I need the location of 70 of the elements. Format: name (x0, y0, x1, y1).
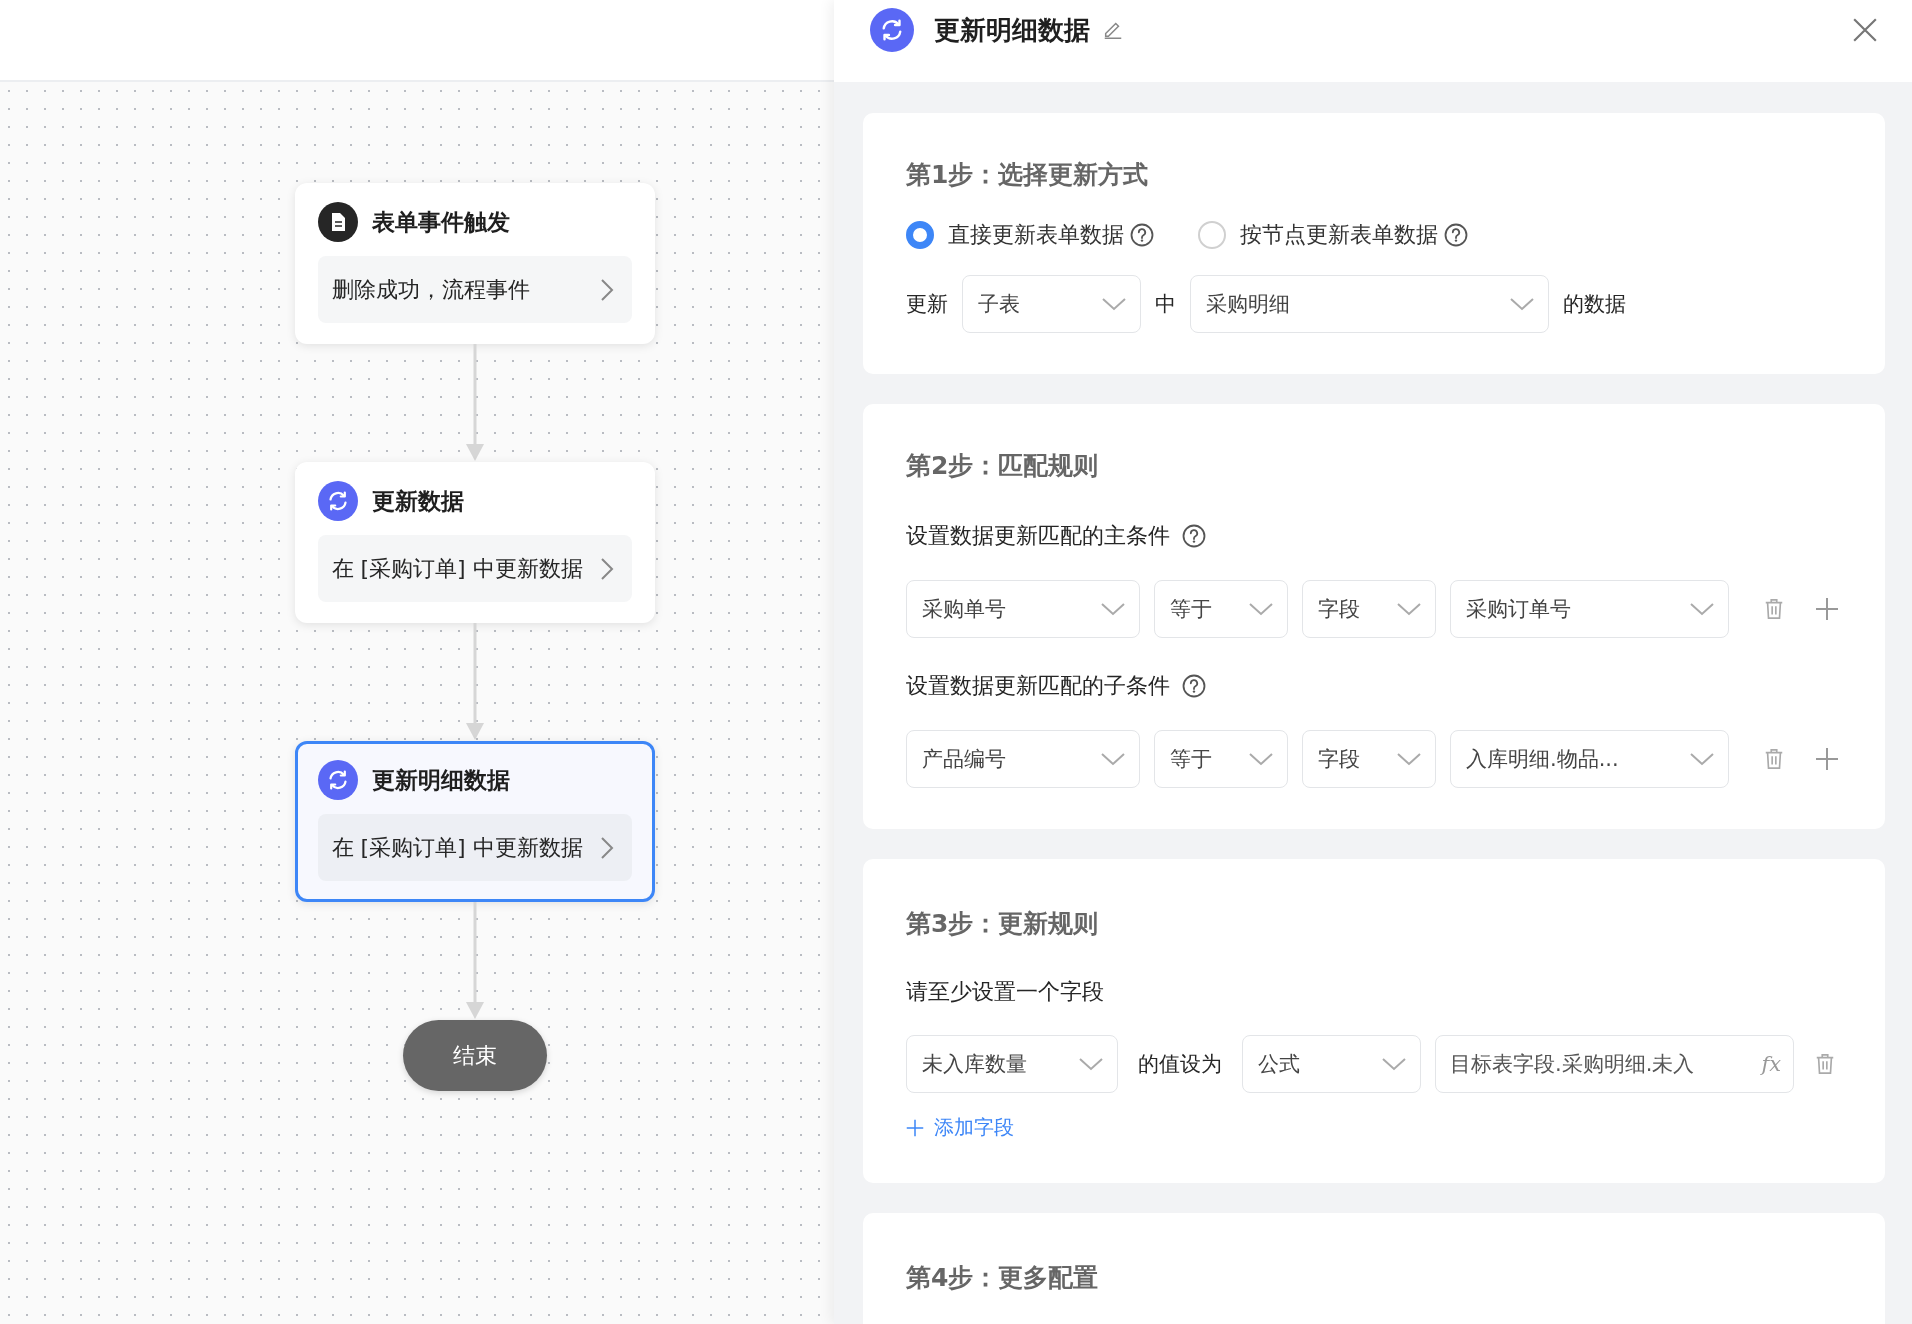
dropdown[interactable]: 入库明细.物品... (1450, 730, 1729, 788)
refresh-icon (317, 760, 358, 800)
chevron-down-icon (1397, 602, 1421, 616)
radio-option[interactable]: 直接更新表单数据 (906, 220, 1124, 250)
add-icon[interactable] (1815, 597, 1839, 621)
flow-node-card[interactable]: 表单事件触发 删除成功，流程事件 (294, 183, 655, 344)
add-field-button[interactable]: 添加字段 (906, 1114, 1014, 1141)
node-summary[interactable]: 在 [采购订单] 中更新数据 (317, 814, 632, 881)
chevron-down-icon (1690, 602, 1714, 616)
delete-icon[interactable] (1763, 597, 1785, 621)
add-icon[interactable] (1815, 747, 1839, 771)
hint-text: 请至少设置一个字段 (906, 978, 1105, 1006)
refresh-icon (870, 8, 914, 52)
label: 的数据 (1563, 291, 1626, 318)
section-label: 设置数据更新匹配的主条件 (906, 522, 1170, 550)
step-title: 第1步：选择更新方式 (906, 159, 1150, 191)
dropdown[interactable]: 采购明细 (1190, 275, 1549, 333)
chevron-down-icon (1397, 752, 1421, 766)
flow-node-card[interactable]: 更新数据 在 [采购订单] 中更新数据 (294, 462, 655, 623)
radio-option[interactable]: 按节点更新表单数据 (1198, 220, 1438, 250)
close-button[interactable] (1852, 17, 1878, 43)
refresh-icon (317, 481, 358, 521)
label: 的值设为 (1138, 1051, 1222, 1078)
help-icon[interactable] (1182, 674, 1206, 698)
end-node[interactable]: 结束 (402, 1020, 547, 1091)
chevron-down-icon (1249, 752, 1273, 766)
help-icon[interactable] (1182, 524, 1206, 548)
help-icon[interactable] (1130, 223, 1154, 247)
step-title: 第2步：匹配规则 (906, 450, 1100, 482)
dropdown[interactable]: 等于 (1154, 580, 1288, 638)
help-icon[interactable] (1444, 223, 1468, 247)
document-icon (317, 202, 358, 242)
dropdown[interactable]: 字段 (1302, 580, 1436, 638)
chevron-down-icon (1102, 297, 1126, 311)
dropdown[interactable]: 采购订单号 (1450, 580, 1729, 638)
radio-circle[interactable] (906, 221, 934, 249)
plus-icon (906, 1118, 924, 1137)
dropdown[interactable]: 采购单号 (906, 580, 1140, 638)
delete-icon[interactable] (1814, 1052, 1836, 1076)
node-title: 表单事件触发 (371, 207, 510, 237)
chevron-down-icon (1079, 1057, 1103, 1071)
chevron-right-icon (599, 277, 614, 302)
flow-node-card[interactable]: 更新明细数据 在 [采购订单] 中更新数据 (294, 741, 655, 902)
step-title: 第3步：更新规则 (906, 908, 1100, 940)
node-title: 更新数据 (371, 486, 464, 516)
panel-title: 更新明细数据 (934, 14, 1090, 47)
chevron-right-icon (599, 835, 614, 860)
dropdown[interactable]: 公式 (1242, 1035, 1421, 1093)
dropdown[interactable]: 子表 (962, 275, 1141, 333)
chevron-down-icon (1249, 602, 1273, 616)
section-label: 设置数据更新匹配的子条件 (906, 672, 1170, 700)
formula-field[interactable]: 目标表字段.采购明细.未入 fx (1435, 1035, 1794, 1093)
node-title: 更新明细数据 (371, 765, 510, 795)
chevron-down-icon (1382, 1057, 1406, 1071)
chevron-down-icon (1101, 602, 1125, 616)
chevron-down-icon (1101, 752, 1125, 766)
delete-icon[interactable] (1763, 747, 1785, 771)
node-summary[interactable]: 删除成功，流程事件 (317, 256, 632, 323)
chevron-down-icon (1510, 297, 1534, 311)
node-summary[interactable]: 在 [采购订单] 中更新数据 (317, 535, 632, 602)
chevron-right-icon (599, 556, 614, 581)
label: 中 (1155, 291, 1176, 318)
step-title: 第4步：更多配置 (906, 1262, 1100, 1294)
dropdown[interactable]: 未入库数量 (906, 1035, 1118, 1093)
dropdown[interactable]: 产品编号 (906, 730, 1140, 788)
label: 更新 (906, 291, 948, 318)
dropdown[interactable]: 等于 (1154, 730, 1288, 788)
radio-circle[interactable] (1198, 221, 1226, 249)
chevron-down-icon (1690, 752, 1714, 766)
dropdown[interactable]: 字段 (1302, 730, 1436, 788)
